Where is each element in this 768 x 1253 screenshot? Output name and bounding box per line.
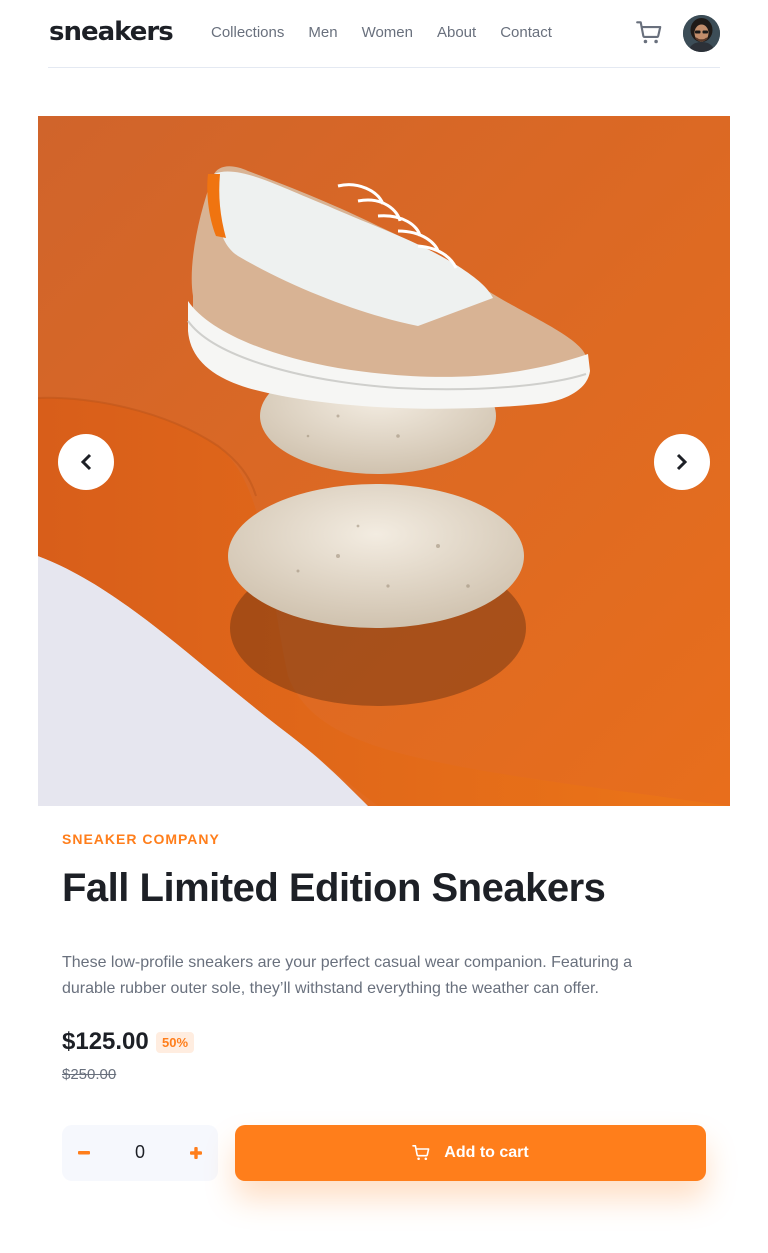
minus-icon bbox=[78, 1151, 90, 1155]
increase-quantity-button[interactable] bbox=[174, 1125, 218, 1181]
product-description: These low-profile sneakers are your perf… bbox=[62, 954, 633, 997]
cart-icon bbox=[636, 21, 662, 44]
nav-collections[interactable]: Collections bbox=[211, 24, 284, 41]
main-nav: Collections Men Women About Contact bbox=[211, 24, 552, 41]
chevron-right-icon bbox=[676, 453, 688, 471]
quantity-stepper: 0 bbox=[62, 1125, 218, 1181]
product-image bbox=[38, 116, 730, 806]
original-price: $250.00 bbox=[62, 1066, 117, 1083]
nav-women[interactable]: Women bbox=[362, 24, 413, 41]
add-to-cart-label: Add to cart bbox=[444, 1144, 529, 1161]
cart-button[interactable] bbox=[636, 20, 662, 46]
next-image-button[interactable] bbox=[654, 434, 710, 490]
add-to-cart-button[interactable]: Add to cart bbox=[235, 1125, 706, 1181]
product-photo bbox=[38, 116, 730, 806]
chevron-left-icon bbox=[80, 453, 92, 471]
product-title: Fall Limited Edition Sneakers bbox=[62, 866, 606, 910]
nav-men[interactable]: Men bbox=[308, 24, 337, 41]
nav-contact[interactable]: Contact bbox=[500, 24, 552, 41]
previous-image-button[interactable] bbox=[58, 434, 114, 490]
nav-about[interactable]: About bbox=[437, 24, 476, 41]
logo[interactable]: sneakers bbox=[49, 17, 174, 47]
quantity-value: 0 bbox=[134, 1142, 145, 1162]
plus-icon bbox=[190, 1147, 202, 1159]
current-price: $125.00 bbox=[62, 1028, 149, 1055]
company-name: SNEAKER COMPANY bbox=[62, 831, 220, 847]
avatar[interactable] bbox=[683, 15, 720, 52]
cart-icon bbox=[412, 1145, 430, 1161]
decrease-quantity-button[interactable] bbox=[62, 1125, 106, 1181]
site-header: sneakers Collections Men Women About Con… bbox=[48, 0, 720, 68]
discount-badge: 50% bbox=[156, 1032, 195, 1053]
